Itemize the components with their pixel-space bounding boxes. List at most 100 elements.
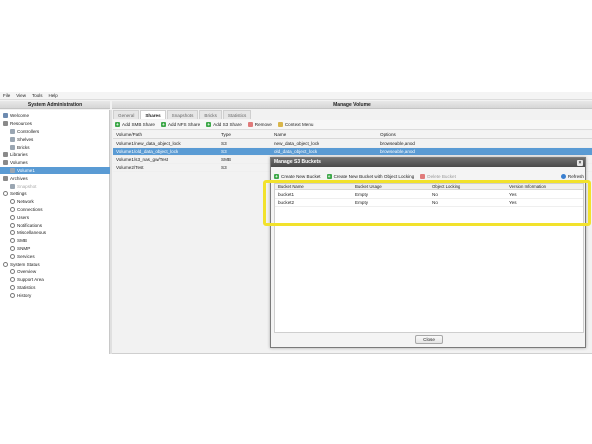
tab-shares[interactable]: Shares: [140, 110, 166, 119]
tree-item-smb[interactable]: SMB: [0, 237, 110, 245]
tree-item-overview[interactable]: Overview: [0, 268, 110, 276]
tree-item-history[interactable]: History: [0, 291, 110, 299]
home-icon: [3, 113, 8, 119]
tree-item-users[interactable]: Users: [0, 213, 110, 221]
navigation-tree: Welcome Resources Controllers Shelves Bricks…: [0, 110, 110, 354]
tree-item-snmp[interactable]: SNMP: [0, 245, 110, 253]
tree-item-bricks[interactable]: Bricks: [0, 143, 110, 151]
refresh-button[interactable]: Refresh: [560, 174, 584, 179]
remove-share-button[interactable]: Remove: [247, 122, 272, 127]
column-volume-path[interactable]: Volume/Path: [116, 131, 142, 139]
right-panel-title: Manage Volume: [112, 101, 592, 109]
tree-item-snapshot[interactable]: Snapshot: [0, 182, 110, 190]
tree-item-controllers[interactable]: Controllers: [0, 128, 110, 136]
shares-table-header: Volume/Path Type Name Options: [113, 131, 592, 139]
tree-item-libraries[interactable]: Libraries: [0, 151, 110, 159]
tree-item-label: Services: [17, 253, 35, 259]
delete-bucket-button[interactable]: Delete Bucket: [420, 174, 456, 179]
gear-icon: [10, 253, 15, 259]
tree-item-label: Notifications: [17, 222, 43, 228]
plus-icon: +: [160, 122, 166, 127]
context-menu-label: Context Menu: [284, 122, 314, 127]
table-cell: S3: [221, 141, 227, 146]
table-cell: browseable,anod: [380, 141, 415, 146]
tree-item-resources[interactable]: Resources: [0, 120, 110, 128]
tree-item-settings[interactable]: Settings: [0, 190, 110, 198]
plus-icon: +: [326, 174, 332, 179]
tree-item-connections[interactable]: Connections: [0, 206, 110, 214]
tree-item-miscellaneous[interactable]: Miscellaneous: [0, 229, 110, 237]
tab-bricks[interactable]: Bricks: [199, 110, 222, 119]
doc-icon: [10, 128, 15, 134]
table-row[interactable]: Volume1/old_data_object_lock S3 old_data_o…: [113, 148, 592, 156]
tree-item-label: System Status: [10, 261, 40, 267]
panel-splitter[interactable]: [110, 110, 112, 354]
tree-item-label: Volumes: [10, 160, 28, 166]
table-row[interactable]: Volume1/new_data_object_lock S3 new_data_o…: [113, 140, 592, 148]
tree-item-services[interactable]: Services: [0, 252, 110, 260]
tree-item-statistics[interactable]: Statistics: [0, 284, 110, 292]
add-s3-share-button[interactable]: + Add S3 Share: [206, 122, 242, 127]
table-cell: SMB: [221, 157, 231, 162]
plus-icon: +: [274, 174, 279, 179]
tree-item-label: Statistics: [17, 284, 36, 290]
add-smb-share-label: Add SMB Share: [122, 122, 155, 127]
gear-icon: [10, 199, 15, 205]
tree-item-label: History: [17, 292, 32, 298]
tree-item-label: Users: [17, 214, 29, 220]
context-menu-button[interactable]: Context Menu: [277, 122, 314, 127]
tree-item-shelves[interactable]: Shelves: [0, 135, 110, 143]
tree-item-label: Connections: [17, 206, 43, 212]
create-locking-bucket-label: Create New Bucket with Object Locking: [333, 174, 415, 179]
add-nfs-share-button[interactable]: + Add NFS Share: [160, 122, 200, 127]
tree-item-archives[interactable]: Archives: [0, 174, 110, 182]
column-type[interactable]: Type: [221, 131, 231, 139]
tab-statistics[interactable]: Statistics: [222, 110, 252, 119]
gear-icon: [10, 245, 15, 251]
create-locking-bucket-button[interactable]: + Create New Bucket with Object Locking: [326, 174, 415, 179]
tree-item-label: Libraries: [10, 152, 28, 158]
add-s3-share-label: Add S3 Share: [213, 122, 242, 127]
table-cell: old_data_object_lock: [274, 149, 318, 154]
tree-item-notifications[interactable]: Notifications: [0, 221, 110, 229]
create-bucket-button[interactable]: + Create New Bucket: [274, 174, 321, 179]
tree-item-label: Controllers: [17, 128, 40, 134]
menu-tools[interactable]: Tools: [32, 93, 43, 98]
tab-general[interactable]: General: [113, 110, 140, 119]
doc-icon: [10, 183, 15, 189]
tab-snapshots[interactable]: Snapshots: [166, 110, 199, 119]
menu-view[interactable]: View: [16, 93, 26, 98]
tree-item-label: Settings: [10, 191, 27, 197]
tree-item-network[interactable]: Network: [0, 198, 110, 206]
gear-icon: [10, 277, 15, 283]
tree-item-label: Shelves: [17, 136, 34, 142]
gear-icon: [10, 238, 15, 244]
tree-item-label: Welcome: [10, 113, 30, 119]
doc-icon: [10, 144, 15, 150]
gear-icon: [3, 261, 8, 267]
dialog-title-bar: Manage S3 Buckets ×: [271, 158, 585, 167]
tree-item-label: Snapshot: [17, 183, 37, 189]
folder-icon: [3, 175, 8, 181]
tree-item-label: Volume1: [17, 167, 35, 173]
left-panel-title: System Administration: [0, 101, 110, 109]
menu-file[interactable]: File: [3, 93, 10, 98]
tree-item-welcome[interactable]: Welcome: [0, 112, 110, 120]
column-name[interactable]: Name: [274, 131, 286, 139]
table-cell: Volume1/new_data_object_lock: [116, 141, 181, 146]
tree-item-volume1[interactable]: Volume1: [0, 166, 110, 175]
tree-item-label: Archives: [10, 175, 28, 181]
column-options[interactable]: Options: [380, 131, 396, 139]
menu-help[interactable]: Help: [48, 93, 57, 98]
tree-item-volumes[interactable]: Volumes: [0, 159, 110, 167]
gear-icon: [10, 269, 15, 275]
gear-icon: [10, 284, 15, 290]
add-smb-share-button[interactable]: + Add SMB Share: [115, 122, 155, 127]
tree-item-system-status[interactable]: System Status: [0, 260, 110, 268]
remove-label: Remove: [254, 122, 272, 127]
close-icon[interactable]: ×: [577, 159, 583, 166]
close-button[interactable]: Close: [415, 335, 443, 344]
tree-item-label: SNMP: [17, 245, 31, 251]
tree-item-support-area[interactable]: Support Area: [0, 276, 110, 284]
gear-icon: [10, 214, 15, 220]
